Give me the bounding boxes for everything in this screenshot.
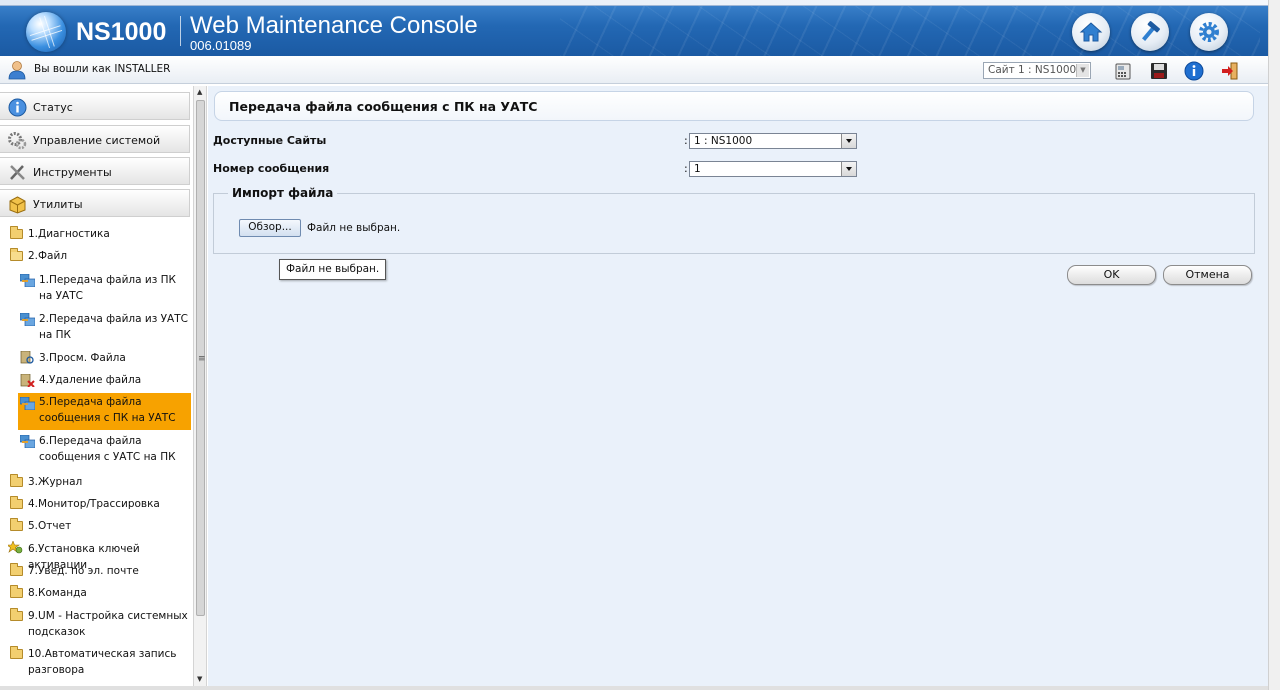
hammer-icon <box>1142 21 1160 41</box>
tree-item-delete-file[interactable]: 4.Удаление файла <box>39 372 141 388</box>
folder-icon <box>10 563 23 576</box>
status-bar: Вы вошли как INSTALLER Сайт 1 : NS1000 ▼ <box>0 56 1268 84</box>
tree-item-um-prompts[interactable]: 9.UM - Настройка системных подсказок <box>28 608 188 640</box>
settings-button[interactable] <box>1190 13 1228 51</box>
activation-key-icon <box>8 541 23 554</box>
model-name: NS1000 <box>76 18 167 46</box>
sidebar-section-utilities[interactable]: Утилиты <box>0 189 190 217</box>
utilities-box-icon <box>9 196 26 214</box>
sidebar-section-status[interactable]: Статус <box>0 92 190 120</box>
scroll-down-icon[interactable]: ▼ <box>197 675 202 683</box>
tree-item-auto-recording[interactable]: 10.Автоматическая запись разговора <box>28 646 188 678</box>
app-header: NS1000 Web Maintenance Console 006.01089 <box>0 0 1268 56</box>
file-transfer-icon <box>20 274 35 287</box>
chevron-down-icon <box>841 134 856 148</box>
folder-icon <box>10 474 23 487</box>
main-content: Передача файла сообщения с ПК на УАТС До… <box>208 86 1268 690</box>
bottom-edge <box>0 686 1268 690</box>
system-gears-icon <box>8 132 27 150</box>
sidebar-section-label: Статус <box>33 101 73 114</box>
message-number-select[interactable]: 1 <box>689 161 857 177</box>
console-title: Web Maintenance Console <box>190 12 478 39</box>
site-select-value: Сайт 1 : NS1000 <box>988 64 1077 76</box>
window-scrollbar[interactable] <box>1268 0 1280 690</box>
home-button[interactable] <box>1072 13 1110 51</box>
import-file-legend: Импорт файла <box>228 186 338 200</box>
file-view-icon <box>20 351 34 364</box>
sidebar-section-label: Управление системой <box>33 134 161 147</box>
folder-icon <box>10 518 23 531</box>
header-divider <box>180 16 181 46</box>
save-disk-icon[interactable] <box>1149 61 1169 81</box>
tree-item-transfer-pbx-to-pc[interactable]: 2.Передача файла из УАТС на ПК <box>39 311 191 343</box>
browser-strip <box>0 0 1268 6</box>
phone-icon[interactable] <box>1113 61 1133 81</box>
tooltip: Файл не выбран. <box>279 259 387 280</box>
folder-icon <box>10 608 23 621</box>
tree-item-command[interactable]: 8.Команда <box>28 585 87 601</box>
info-icon <box>8 98 27 117</box>
available-sites-value: 1 : NS1000 <box>694 135 753 147</box>
chevron-down-icon <box>841 162 856 176</box>
tree-item-view-file[interactable]: 3.Просм. Файла <box>39 350 126 366</box>
ok-button[interactable]: OK <box>1067 265 1156 285</box>
tree-item-email-notify[interactable]: 7.Увед. по эл. почте <box>28 563 139 579</box>
available-sites-select[interactable]: 1 : NS1000 <box>689 133 857 149</box>
logout-icon[interactable] <box>1220 61 1240 81</box>
scroll-up-icon[interactable]: ▲ <box>197 88 202 96</box>
file-transfer-icon <box>20 397 35 410</box>
folder-icon <box>10 226 23 239</box>
sidebar-section-label: Утилиты <box>33 198 83 211</box>
sidebar-scrollbar[interactable]: ▲ ≡ ▼ <box>193 86 207 690</box>
version-number: 006.01089 <box>190 38 252 53</box>
home-icon <box>1079 22 1103 42</box>
folder-icon <box>10 646 23 659</box>
page-title-box: Передача файла сообщения с ПК на УАТС <box>214 91 1254 121</box>
message-number-value: 1 <box>694 163 701 175</box>
field-colon: : <box>684 134 688 147</box>
available-sites-label: Доступные Сайты <box>213 134 327 147</box>
tree-item-monitor[interactable]: 4.Монитор/Трассировка <box>28 496 160 512</box>
browse-button[interactable]: Обзор... <box>239 219 301 237</box>
message-number-label: Номер сообщения <box>213 162 330 175</box>
info-icon[interactable] <box>1184 61 1204 81</box>
site-select[interactable]: Сайт 1 : NS1000 ▼ <box>983 62 1091 79</box>
scroll-grip-icon: ≡ <box>198 354 206 364</box>
file-transfer-icon <box>20 435 35 448</box>
tools-icon <box>10 165 25 180</box>
file-delete-icon <box>20 374 35 387</box>
tree-item-diagnostics[interactable]: 1.Диагностика <box>28 226 110 242</box>
no-file-text: Файл не выбран. <box>307 222 401 234</box>
tree-item-transfer-pc-to-pbx[interactable]: 1.Передача файла из ПК на УАТС <box>39 272 189 304</box>
sidebar: Статус Управление системой Инструменты У… <box>0 86 193 690</box>
tools-button[interactable] <box>1131 13 1169 51</box>
gear-icon <box>1199 22 1219 42</box>
import-file-group: Импорт файла Обзор... Файл не выбран. <box>213 186 1255 254</box>
globe-logo-icon <box>26 12 66 52</box>
login-status-text: Вы вошли как INSTALLER <box>34 63 171 75</box>
cancel-button[interactable]: Отмена <box>1163 265 1252 285</box>
chevron-down-icon: ▼ <box>1076 64 1089 77</box>
folder-icon <box>10 496 23 509</box>
tree-item-message-pc-to-pbx[interactable]: 5.Передача файла сообщения с ПК на УАТС <box>39 394 189 426</box>
sidebar-section-label: Инструменты <box>33 166 112 179</box>
tree-item-message-pbx-to-pc[interactable]: 6.Передача файла сообщения с УАТС на ПК <box>39 433 189 465</box>
tree-item-report[interactable]: 5.Отчет <box>28 518 71 534</box>
sidebar-section-system[interactable]: Управление системой <box>0 125 190 153</box>
sidebar-section-tools[interactable]: Инструменты <box>0 157 190 185</box>
user-icon <box>8 61 26 80</box>
field-colon: : <box>684 162 688 175</box>
page-title: Передача файла сообщения с ПК на УАТС <box>229 99 538 114</box>
folder-open-icon <box>10 248 23 261</box>
tree-item-file[interactable]: 2.Файл <box>28 248 67 264</box>
folder-icon <box>10 585 23 598</box>
file-transfer-icon <box>20 313 35 326</box>
tree-item-log[interactable]: 3.Журнал <box>28 474 82 490</box>
